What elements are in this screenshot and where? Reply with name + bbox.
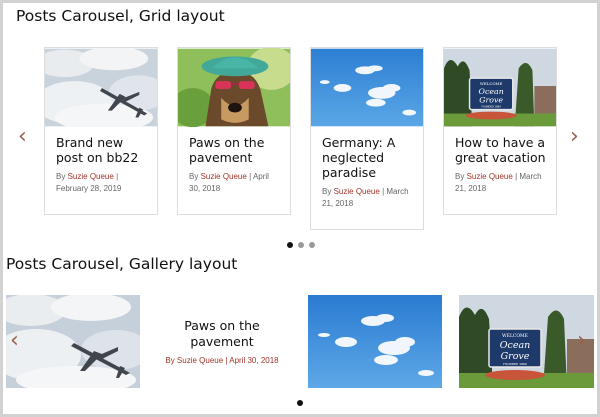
grid-prev-arrow-icon[interactable]: ‹: [18, 126, 27, 148]
gallery-ocean-grove-sign-photo[interactable]: WELCOME Ocean Grove FOUNDED 1869: [459, 295, 594, 388]
pagination-dot[interactable]: [309, 242, 315, 248]
gallery-section-title: Posts Carousel, Gallery layout: [6, 255, 238, 273]
dog-with-sunglasses-photo[interactable]: [178, 48, 290, 127]
post-meta: By Suzie Queue | March 21, 2018: [322, 187, 409, 208]
pagination-dot[interactable]: [297, 400, 303, 406]
sign-text: FOUNDED 1869: [503, 362, 527, 366]
post-meta: By Suzie Queue | March 21, 2018: [455, 172, 542, 193]
post-date: February 28, 2019: [56, 184, 122, 193]
svg-text:FOUNDED 1869: FOUNDED 1869: [482, 106, 502, 109]
post-title[interactable]: Paws on the pavement: [178, 127, 290, 165]
pagination-dot[interactable]: [287, 242, 293, 248]
sign-text: Grove: [501, 351, 530, 362]
grid-pagination: [287, 242, 315, 248]
gallery-blue-sky-photo[interactable]: [308, 295, 442, 388]
post-card[interactable]: Paws on the pavement By Suzie Queue | Ap…: [177, 47, 291, 215]
pagination-dot[interactable]: [298, 242, 304, 248]
gallery-pagination: [297, 400, 303, 406]
author-link[interactable]: Suzie Queue: [201, 172, 247, 181]
svg-text:WELCOME: WELCOME: [480, 81, 503, 86]
gallery-post-title[interactable]: Paws on the pavement: [152, 318, 292, 350]
gallery-next-arrow-icon[interactable]: ›: [577, 330, 586, 352]
post-card[interactable]: Germany: A neglected paradise By Suzie Q…: [310, 47, 424, 230]
svg-text:Ocean: Ocean: [479, 87, 504, 96]
sign-text: WELCOME: [502, 333, 528, 339]
gallery-featured-caption: Paws on the pavement By Suzie Queue | Ap…: [152, 318, 292, 365]
sign-text: Ocean: [500, 340, 531, 351]
author-link[interactable]: Suzie Queue: [68, 172, 114, 181]
grid-section-title: Posts Carousel, Grid layout: [16, 7, 225, 25]
post-card[interactable]: Brand new post on bb22 By Suzie Queue | …: [44, 47, 158, 215]
post-title[interactable]: How to have a great vacation: [444, 127, 556, 165]
post-title[interactable]: Brand new post on bb22: [45, 127, 157, 165]
gallery-prev-arrow-icon[interactable]: ‹: [10, 330, 19, 352]
author-link[interactable]: Suzie Queue: [467, 172, 513, 181]
grid-next-arrow-icon[interactable]: ›: [570, 126, 579, 148]
post-title[interactable]: Germany: A neglected paradise: [311, 127, 423, 180]
post-meta: By Suzie Queue | February 28, 2019: [56, 172, 122, 193]
svg-text:Grove: Grove: [479, 96, 503, 105]
gallery-airplane-photo[interactable]: [6, 295, 140, 388]
post-card[interactable]: WELCOME Ocean Grove FOUNDED 1869 How to …: [443, 47, 557, 215]
ocean-grove-sign-photo[interactable]: WELCOME Ocean Grove FOUNDED 1869: [444, 48, 556, 127]
author-link[interactable]: Suzie Queue: [334, 187, 380, 196]
airplane-photo[interactable]: [45, 48, 157, 127]
gallery-post-meta[interactable]: By Suzie Queue | April 30, 2018: [152, 356, 292, 365]
post-meta: By Suzie Queue | April 30, 2018: [189, 172, 269, 193]
blue-sky-clouds-photo[interactable]: [311, 48, 423, 127]
